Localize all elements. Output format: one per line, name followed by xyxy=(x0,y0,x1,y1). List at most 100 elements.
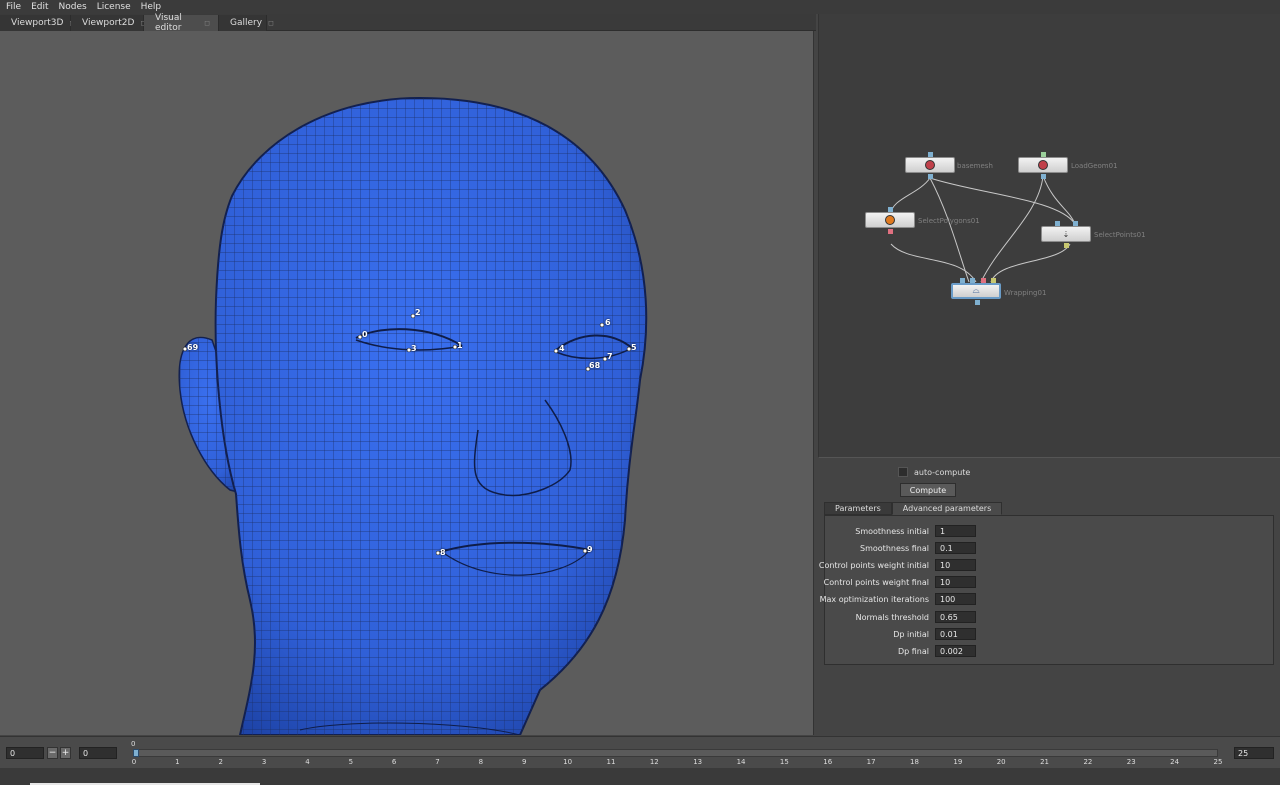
param-label: Control points weight initial xyxy=(818,561,929,570)
node-basemesh[interactable] xyxy=(905,157,955,173)
port xyxy=(991,278,996,283)
playhead-label: 0 xyxy=(131,740,136,748)
param-label: Max optimization iterations xyxy=(819,595,929,604)
smoothness-final-input[interactable]: 0.1 xyxy=(935,542,976,554)
node-select-points[interactable]: ⇣ xyxy=(1041,226,1091,242)
param-row-dp-initial: Dp initial 0.01 xyxy=(825,628,1125,642)
tab-label: Visual editor xyxy=(155,13,182,33)
param-label: Smoothness final xyxy=(860,544,929,553)
tab-visual-editor[interactable]: Visual editor ◻ xyxy=(144,13,219,33)
node-label: LoadGeom01 xyxy=(1071,162,1118,170)
node-icon xyxy=(885,215,895,225)
auto-compute-checkbox[interactable] xyxy=(898,467,908,477)
node-icon: ⌓ xyxy=(972,286,980,296)
node-graph-panel[interactable]: basemesh LoadGeom01 SelectPolygons01 ⇣ S… xyxy=(818,14,1280,458)
compute-button[interactable]: Compute xyxy=(900,483,956,497)
param-row-smoothness-final: Smoothness final 0.1 xyxy=(825,542,1125,556)
tick-label: 12 xyxy=(649,758,659,766)
port xyxy=(928,152,933,157)
param-row-dp-final: Dp final 0.002 xyxy=(825,645,1125,659)
tab-gallery[interactable]: Gallery ◻ xyxy=(219,15,274,31)
landmark-label: 3 xyxy=(411,344,417,353)
close-icon[interactable]: ◻ xyxy=(204,19,210,27)
playhead-handle[interactable] xyxy=(133,749,139,757)
node-icon xyxy=(925,160,935,170)
port xyxy=(970,278,975,283)
param-row-cp-weight-final: Control points weight final 10 xyxy=(823,576,1125,590)
close-icon[interactable]: ◻ xyxy=(268,19,274,27)
auto-compute-label: auto-compute xyxy=(914,467,971,477)
node-select-polygons[interactable] xyxy=(865,212,915,228)
tab-label: Viewport2D xyxy=(82,18,135,28)
max-iterations-input[interactable]: 100 xyxy=(935,593,976,605)
port xyxy=(975,300,980,305)
param-label: Dp initial xyxy=(893,630,929,639)
port xyxy=(960,278,965,283)
tick-label: 13 xyxy=(693,758,703,766)
menu-bar: File Edit Nodes License Help xyxy=(0,0,1280,14)
tab-viewport3d[interactable]: Viewport3D ◻ xyxy=(0,15,75,31)
node-wrapping[interactable]: ⌓ xyxy=(951,283,1001,299)
param-row-max-iterations: Max optimization iterations 100 xyxy=(820,593,1125,607)
node-icon: ⇣ xyxy=(1062,229,1070,239)
dp-final-input[interactable]: 0.002 xyxy=(935,645,976,657)
menu-edit[interactable]: Edit xyxy=(27,0,54,14)
port xyxy=(888,229,893,234)
landmark-label: 0 xyxy=(362,330,368,339)
node-loadgeom[interactable] xyxy=(1018,157,1068,173)
tick-label: 14 xyxy=(736,758,746,766)
increment-button[interactable]: + xyxy=(60,747,71,759)
tab-label: Viewport3D xyxy=(11,18,64,28)
cp-weight-final-input[interactable]: 10 xyxy=(935,576,976,588)
param-row-normals-threshold: Normals threshold 0.65 xyxy=(825,611,1125,625)
cp-weight-initial-input[interactable]: 10 xyxy=(935,559,976,571)
port xyxy=(888,207,893,212)
tick-label: 11 xyxy=(606,758,616,766)
tick-label: 5 xyxy=(348,758,354,766)
tick-label: 1 xyxy=(175,758,180,766)
landmark-label: 6 xyxy=(605,318,611,327)
tick-label: 24 xyxy=(1170,758,1180,766)
node-label: SelectPoints01 xyxy=(1094,231,1146,239)
landmark-label: 2 xyxy=(415,308,421,317)
node-icon xyxy=(1038,160,1048,170)
param-row-cp-weight-initial: Control points weight initial 10 xyxy=(819,559,1125,573)
menu-license[interactable]: License xyxy=(93,0,137,14)
viewport-3d[interactable]: 0 1 2 3 4 5 6 7 8 9 68 69 xyxy=(0,31,814,735)
tab-parameters[interactable]: Parameters xyxy=(824,502,892,515)
auto-compute-toggle[interactable]: auto-compute xyxy=(898,467,970,477)
tick-label: 17 xyxy=(866,758,876,766)
parameter-tabs: Parameters Advanced parameters xyxy=(824,502,1003,515)
tick-label: 9 xyxy=(522,758,527,766)
tick-label: 21 xyxy=(1040,758,1050,766)
tick-label: 10 xyxy=(563,758,573,766)
start-frame-input[interactable]: 0 xyxy=(6,747,44,759)
smoothness-initial-input[interactable]: 1 xyxy=(935,525,976,537)
menu-file[interactable]: File xyxy=(2,0,27,14)
tick-label: 8 xyxy=(478,758,484,766)
tab-bar: Viewport3D ◻ Viewport2D ◻ Visual editor … xyxy=(0,13,816,33)
landmark-label: 9 xyxy=(587,545,593,554)
node-label: Wrapping01 xyxy=(1004,289,1047,297)
landmark-label: 4 xyxy=(559,344,565,353)
tab-advanced-parameters[interactable]: Advanced parameters xyxy=(891,502,1003,515)
param-label: Smoothness initial xyxy=(855,527,929,536)
port xyxy=(1041,174,1046,179)
param-label: Control points weight final xyxy=(823,578,929,587)
tick-label: 16 xyxy=(823,758,833,766)
port xyxy=(1041,152,1046,157)
normals-threshold-input[interactable]: 0.65 xyxy=(935,611,976,623)
landmark-label: 69 xyxy=(187,343,199,352)
dp-initial-input[interactable]: 0.01 xyxy=(935,628,976,640)
menu-nodes[interactable]: Nodes xyxy=(55,0,93,14)
tab-viewport2d[interactable]: Viewport2D ◻ xyxy=(71,15,146,31)
menu-help[interactable]: Help xyxy=(137,0,168,14)
properties-panel: auto-compute Compute Parameters Advanced… xyxy=(818,459,1280,735)
tab-label: Gallery xyxy=(230,18,263,28)
end-frame-input[interactable]: 25 xyxy=(1234,747,1274,759)
decrement-button[interactable]: − xyxy=(47,747,58,759)
port xyxy=(981,278,986,283)
timeline-ruler[interactable] xyxy=(133,749,1218,757)
current-frame-input[interactable]: 0 xyxy=(79,747,117,759)
node-label: SelectPolygons01 xyxy=(918,217,980,225)
